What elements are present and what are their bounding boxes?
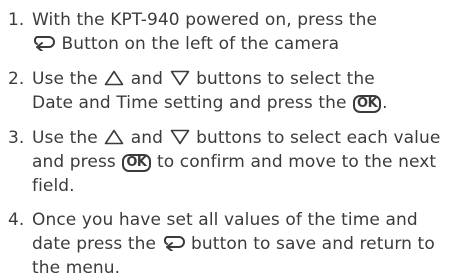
step-number: 3. — [8, 128, 25, 148]
step-text: Use the — [32, 69, 104, 89]
down-triangle-icon — [170, 70, 190, 86]
step-text: and — [125, 69, 169, 89]
step-text: Button on the left of the camera — [56, 34, 340, 54]
list-item: 4. Once you have set all values of the t… — [8, 208, 459, 280]
ok-button-icon: OK — [353, 95, 382, 113]
step-text: button to save and return to — [185, 234, 435, 254]
list-item: 3. Use the and buttons to select each va… — [8, 126, 459, 198]
step-number: 1. — [8, 10, 25, 30]
return-icon — [33, 35, 55, 51]
step-number: 4. — [8, 210, 25, 230]
step-text: With the KPT-940 powered on, press the — [32, 10, 378, 30]
step-text: and — [125, 128, 169, 148]
step-text: buttons to select the — [190, 69, 375, 89]
step-text: Date and Time setting and press the — [32, 93, 353, 113]
up-triangle-icon — [104, 129, 124, 145]
step-text: and press — [32, 152, 122, 172]
step-text: . — [382, 93, 388, 113]
step-text: date press the — [32, 234, 162, 254]
down-triangle-icon — [170, 129, 190, 145]
up-triangle-icon — [104, 70, 124, 86]
ok-button-icon: OK — [122, 154, 151, 172]
return-icon — [163, 235, 185, 251]
step-text: Once you have set all values of the time… — [32, 210, 418, 230]
step-text: field. — [32, 176, 75, 196]
step-text: Use the — [32, 128, 104, 148]
step-text: the menu. — [32, 258, 121, 278]
step-text: to confirm and move to the next — [151, 152, 437, 172]
list-item: 2. Use the and buttons to select the Dat… — [8, 67, 459, 115]
step-text: buttons to select each value — [190, 128, 441, 148]
instruction-list: 1. With the KPT-940 powered on, press th… — [8, 0, 459, 280]
step-number: 2. — [8, 69, 25, 89]
list-item: 1. With the KPT-940 powered on, press th… — [8, 8, 459, 56]
